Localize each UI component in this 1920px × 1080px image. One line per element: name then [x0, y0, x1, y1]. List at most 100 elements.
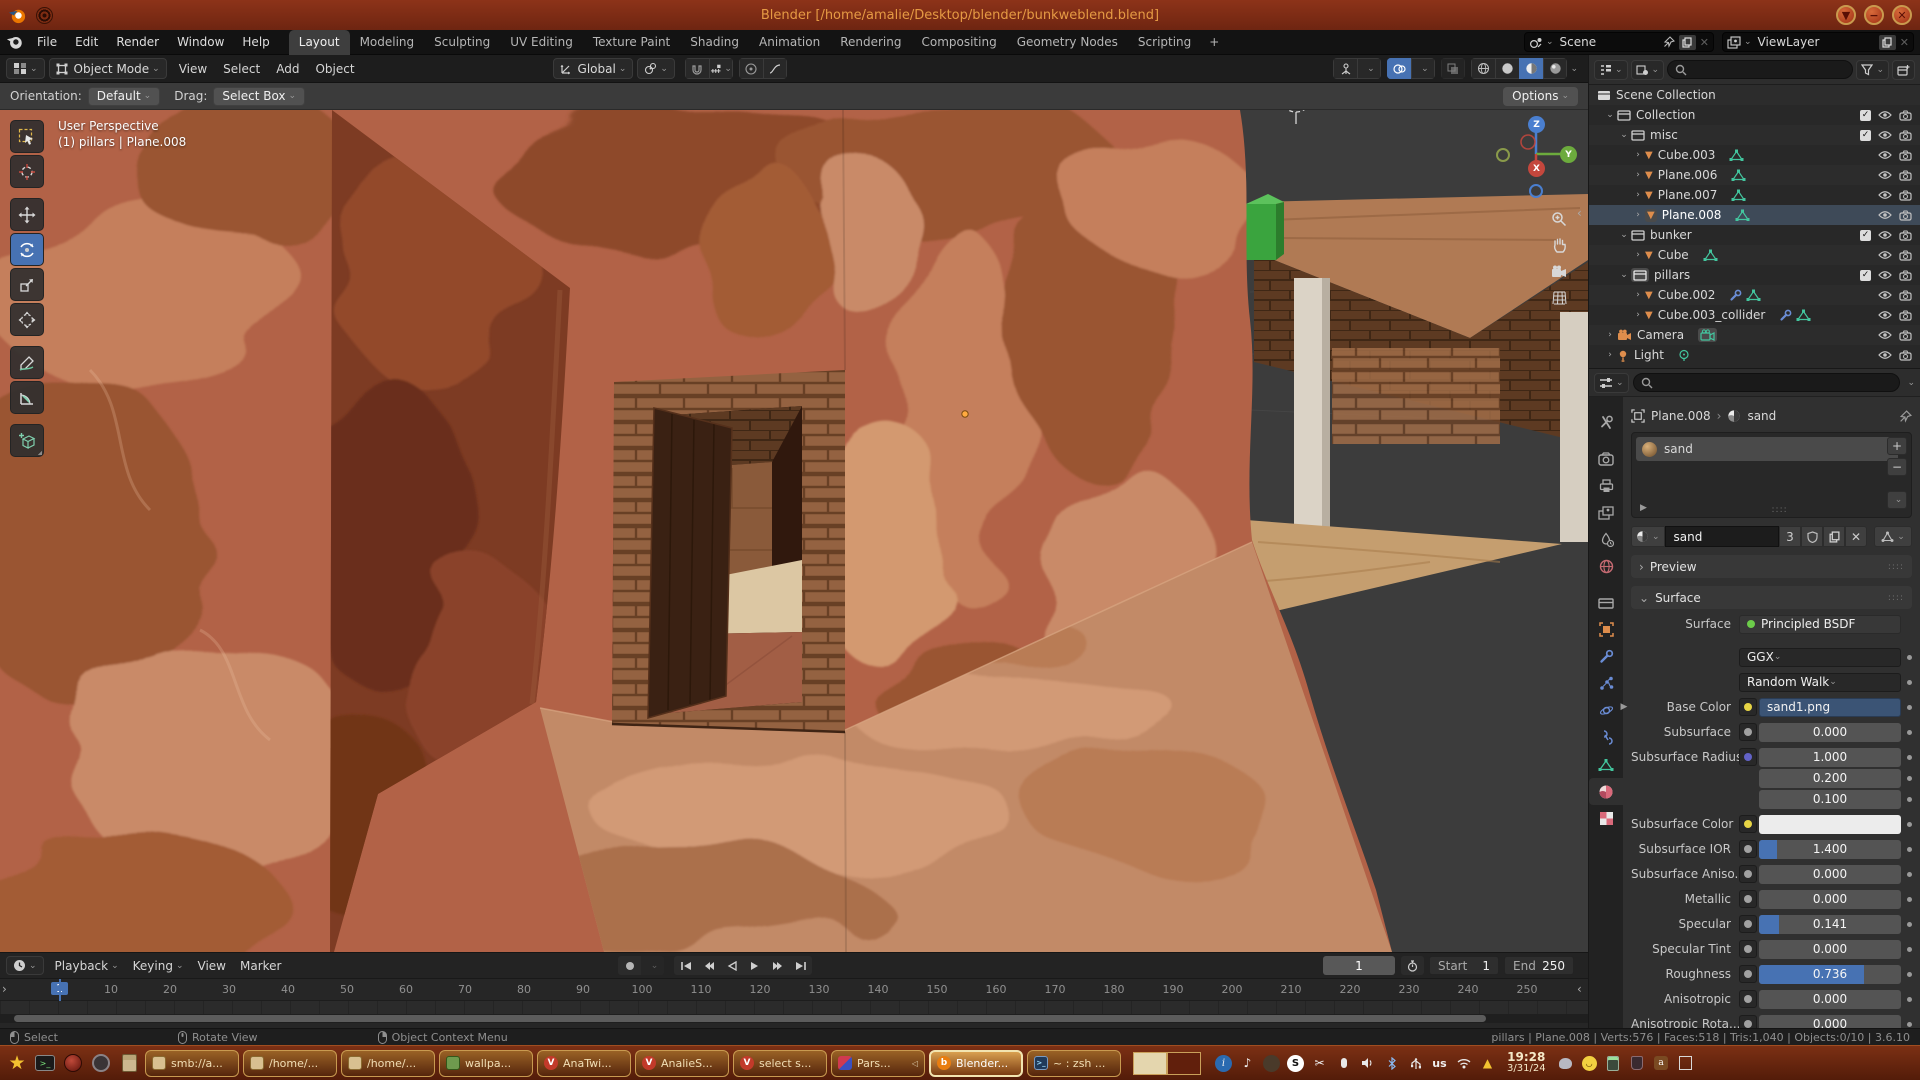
- remove-material-slot-button[interactable]: −: [1887, 458, 1907, 476]
- menu-help[interactable]: Help: [233, 30, 278, 55]
- shading-solid-button[interactable]: [1495, 58, 1519, 79]
- workspace-tab-sculpting[interactable]: Sculpting: [424, 30, 500, 55]
- keying-dropdown[interactable]: [641, 956, 664, 975]
- slots-resize-grip[interactable]: ::::: [1772, 505, 1788, 515]
- disable-render-toggle[interactable]: [1899, 270, 1912, 281]
- disable-render-toggle[interactable]: [1899, 130, 1912, 141]
- options-button[interactable]: Options: [1503, 87, 1578, 106]
- tool-add-cube[interactable]: [10, 424, 44, 457]
- animate-dot[interactable]: [1907, 897, 1912, 902]
- play-button[interactable]: [743, 956, 766, 975]
- taskbar-window-anatwi[interactable]: VAnaTwi...: [537, 1050, 631, 1077]
- hide-eye-toggle[interactable]: [1878, 310, 1892, 320]
- tool-move[interactable]: [10, 198, 44, 231]
- disable-render-toggle[interactable]: [1899, 110, 1912, 121]
- gizmo-z-axis[interactable]: Z: [1528, 116, 1545, 133]
- outliner-row-collection[interactable]: Collection ✓: [1589, 105, 1920, 125]
- anisotropic-rotation-slider[interactable]: 0.000: [1759, 1015, 1901, 1029]
- material-nodetree-button[interactable]: [1874, 526, 1912, 547]
- anisotropic-socket[interactable]: [1739, 990, 1757, 1008]
- outliner-row-pillars[interactable]: pillars ✓: [1589, 265, 1920, 285]
- expand-arrow[interactable]: [1631, 250, 1645, 260]
- drag-setting-dropdown[interactable]: Select Box: [213, 87, 305, 106]
- animate-dot[interactable]: [1907, 776, 1912, 781]
- workspace-tab-scripting[interactable]: Scripting: [1128, 30, 1201, 55]
- subsurface-radius-z[interactable]: 0.100: [1759, 790, 1901, 809]
- subsurface-radius-socket[interactable]: [1739, 748, 1757, 766]
- new-view-layer-button[interactable]: [1879, 35, 1896, 50]
- hide-eye-toggle[interactable]: [1878, 290, 1892, 300]
- menu-window[interactable]: Window: [168, 30, 233, 55]
- tray-info-icon[interactable]: i: [1215, 1055, 1232, 1072]
- expand-arrow[interactable]: ▶: [1617, 702, 1631, 712]
- tray-music-icon[interactable]: ♪: [1239, 1055, 1256, 1072]
- hide-eye-toggle[interactable]: [1878, 130, 1892, 140]
- gizmo-y-negative[interactable]: [1496, 148, 1510, 162]
- workspace-tab-shading[interactable]: Shading: [680, 30, 749, 55]
- tray-bird-icon[interactable]: [1557, 1055, 1574, 1072]
- properties-editor-type-button[interactable]: [1594, 373, 1629, 393]
- tray-wifi-icon[interactable]: [1455, 1055, 1472, 1072]
- collection-checkbox[interactable]: ✓: [1860, 230, 1871, 241]
- next-keyframe-button[interactable]: [766, 956, 789, 975]
- timeline-collapse-arrow[interactable]: ‹: [1577, 982, 1582, 996]
- animate-dot[interactable]: [1907, 755, 1912, 760]
- disable-render-toggle[interactable]: [1899, 190, 1912, 201]
- tool-select-box[interactable]: [10, 120, 44, 153]
- keyboard-layout-indicator[interactable]: us: [1431, 1055, 1448, 1072]
- workspace-tab-uv-editing[interactable]: UV Editing: [500, 30, 583, 55]
- breadcrumb-object[interactable]: Plane.008: [1651, 409, 1711, 423]
- tab-object[interactable]: [1589, 616, 1623, 643]
- pan-hand-button[interactable]: [1546, 232, 1572, 258]
- timeline-menu-marker[interactable]: Marker: [233, 959, 288, 973]
- outliner-row-plane008-selected[interactable]: ▼ Plane.008: [1589, 205, 1920, 225]
- expand-arrow[interactable]: [1631, 150, 1645, 160]
- timeline-editor-type-button[interactable]: [6, 956, 44, 975]
- animate-dot[interactable]: [1907, 1022, 1912, 1027]
- taskbar-window-analies[interactable]: VAnalieS...: [635, 1050, 729, 1077]
- outliner-row-cube002[interactable]: ▼ Cube.002: [1589, 285, 1920, 305]
- animate-dot[interactable]: [1907, 655, 1912, 660]
- expand-arrow[interactable]: [1603, 330, 1617, 340]
- tray-calculator-icon[interactable]: [1605, 1055, 1622, 1072]
- workspace-tab-texture-paint[interactable]: Texture Paint: [583, 30, 680, 55]
- workspace-tab-rendering[interactable]: Rendering: [830, 30, 911, 55]
- tray-bluetooth-icon[interactable]: [1383, 1055, 1400, 1072]
- outliner-row-misc[interactable]: misc ✓: [1589, 125, 1920, 145]
- tray-screenshot-icon[interactable]: ✂: [1311, 1055, 1328, 1072]
- expand-arrow[interactable]: [1631, 170, 1645, 180]
- tab-constraints[interactable]: [1589, 724, 1623, 751]
- timeline-menu-keying[interactable]: Keying: [126, 959, 191, 973]
- outliner-row-plane006[interactable]: ▼ Plane.006: [1589, 165, 1920, 185]
- outliner-search-input[interactable]: [1667, 60, 1853, 79]
- workspace-1-active[interactable]: [1133, 1052, 1167, 1075]
- viewport-menu-add[interactable]: Add: [268, 62, 307, 76]
- anisotropic-rotation-socket[interactable]: [1739, 1015, 1757, 1028]
- tab-material-active[interactable]: [1589, 778, 1623, 805]
- launcher-media-player[interactable]: [61, 1051, 85, 1075]
- workspace-tab-modeling[interactable]: Modeling: [350, 30, 425, 55]
- tab-view-layer[interactable]: [1589, 499, 1623, 526]
- shading-material-preview-button[interactable]: [1519, 58, 1543, 79]
- disable-render-toggle[interactable]: [1899, 290, 1912, 301]
- outliner-row-plane007[interactable]: ▼ Plane.007: [1589, 185, 1920, 205]
- hide-eye-toggle[interactable]: [1878, 190, 1892, 200]
- tab-collection[interactable]: [1589, 589, 1623, 616]
- workspace-tab-compositing[interactable]: Compositing: [911, 30, 1006, 55]
- new-collection-button[interactable]: [1892, 60, 1915, 80]
- timeline-menu-playback[interactable]: Playback: [48, 959, 126, 973]
- tool-cursor[interactable]: [10, 155, 44, 188]
- timeline-frame-area[interactable]: [0, 1001, 1588, 1014]
- material-users-count[interactable]: 3: [1779, 526, 1801, 547]
- hide-eye-toggle[interactable]: [1878, 270, 1892, 280]
- outliner-row-scene-collection[interactable]: Scene Collection: [1589, 85, 1920, 105]
- transform-orientation-dropdown[interactable]: Global: [553, 58, 634, 79]
- animate-dot[interactable]: [1907, 730, 1912, 735]
- hide-eye-toggle[interactable]: [1878, 210, 1892, 220]
- taskbar-window-select[interactable]: Vselect s...: [733, 1050, 827, 1077]
- proportional-falloff-dropdown[interactable]: [763, 58, 787, 79]
- current-frame-field[interactable]: 1: [1323, 956, 1395, 975]
- snap-toggle[interactable]: [685, 58, 709, 79]
- tool-scale[interactable]: [10, 268, 44, 301]
- taskbar-window-pars[interactable]: Pars...◁: [831, 1050, 925, 1077]
